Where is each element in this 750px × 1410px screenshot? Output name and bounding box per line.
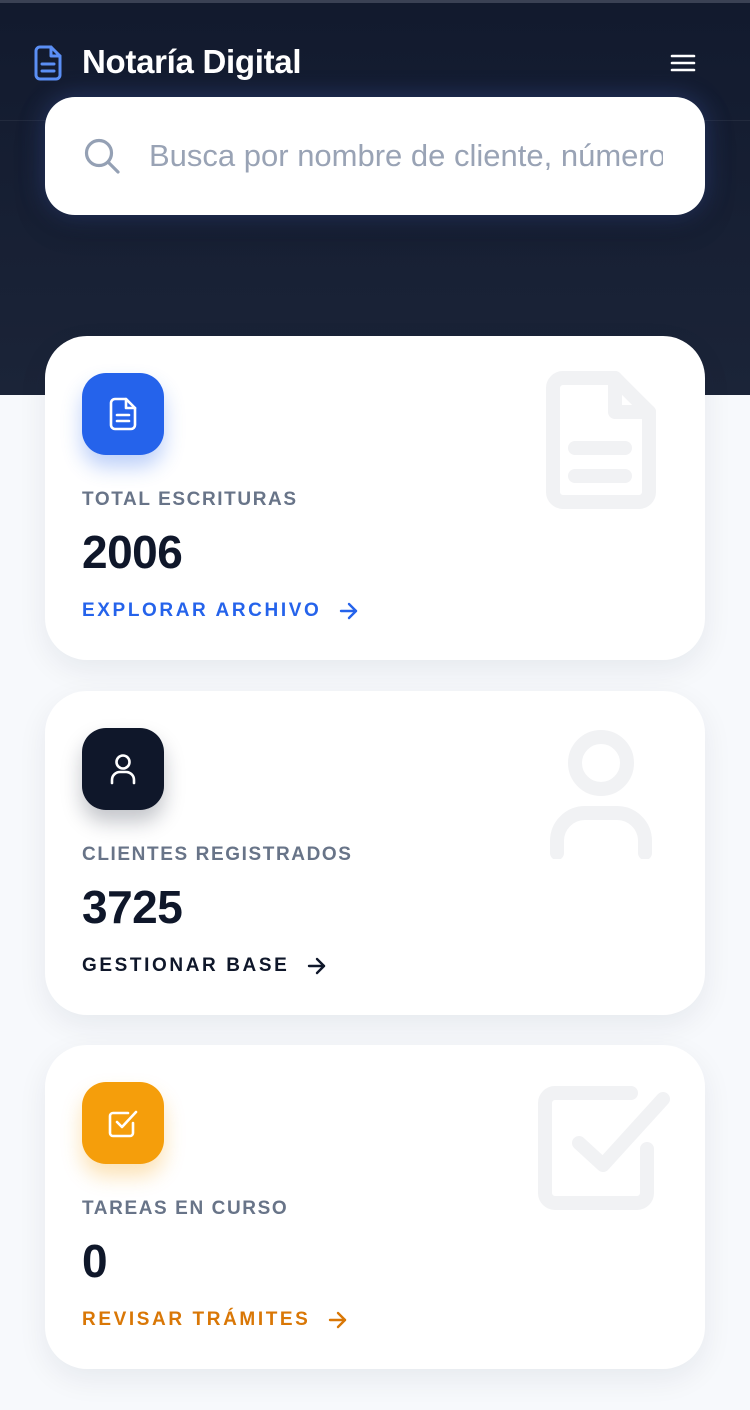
stat-label: TOTAL ESCRITURAS [82,489,298,510]
app-title: Notaría Digital [82,43,302,80]
stat-card-escrituras: TOTAL ESCRITURAS 2006 EXPLORAR ARCHIVO [45,336,705,660]
user-watermark-icon [550,730,652,859]
link-label: GESTIONAR BASE [82,955,290,976]
document-icon [82,373,164,455]
stat-card-tareas: TAREAS EN CURSO 0 REVISAR TRÁMITES [45,1045,705,1369]
document-watermark-icon [546,371,656,509]
stat-value: 3725 [82,881,183,933]
stat-label: CLIENTES REGISTRADOS [82,844,353,865]
document-icon [33,45,63,81]
arrow-right-icon [329,1311,347,1329]
stat-card-clientes: CLIENTES REGISTRADOS 3725 GESTIONAR BASE [45,691,705,1015]
search-icon [83,137,121,175]
user-icon [82,728,164,810]
explorar-archivo-link[interactable]: EXPLORAR ARCHIVO [82,598,359,624]
stat-value: 0 [82,1235,108,1287]
revisar-tramites-link[interactable]: REVISAR TRÁMITES [82,1307,348,1333]
search-bar [45,97,705,215]
stat-value: 2006 [82,526,183,578]
checkbox-watermark-icon [538,1086,670,1210]
checkbox-icon [82,1082,164,1164]
search-input[interactable] [149,127,663,185]
app-page: Notaría Digital Busca por nombre de clie… [0,0,750,1410]
link-label: REVISAR TRÁMITES [82,1309,311,1330]
arrow-right-icon [308,957,326,975]
arrow-right-icon [340,602,358,620]
link-label: EXPLORAR ARCHIVO [82,600,322,621]
gestionar-base-link[interactable]: GESTIONAR BASE [82,953,327,979]
stat-label: TAREAS EN CURSO [82,1198,289,1219]
hamburger-menu-icon[interactable] [668,51,698,75]
